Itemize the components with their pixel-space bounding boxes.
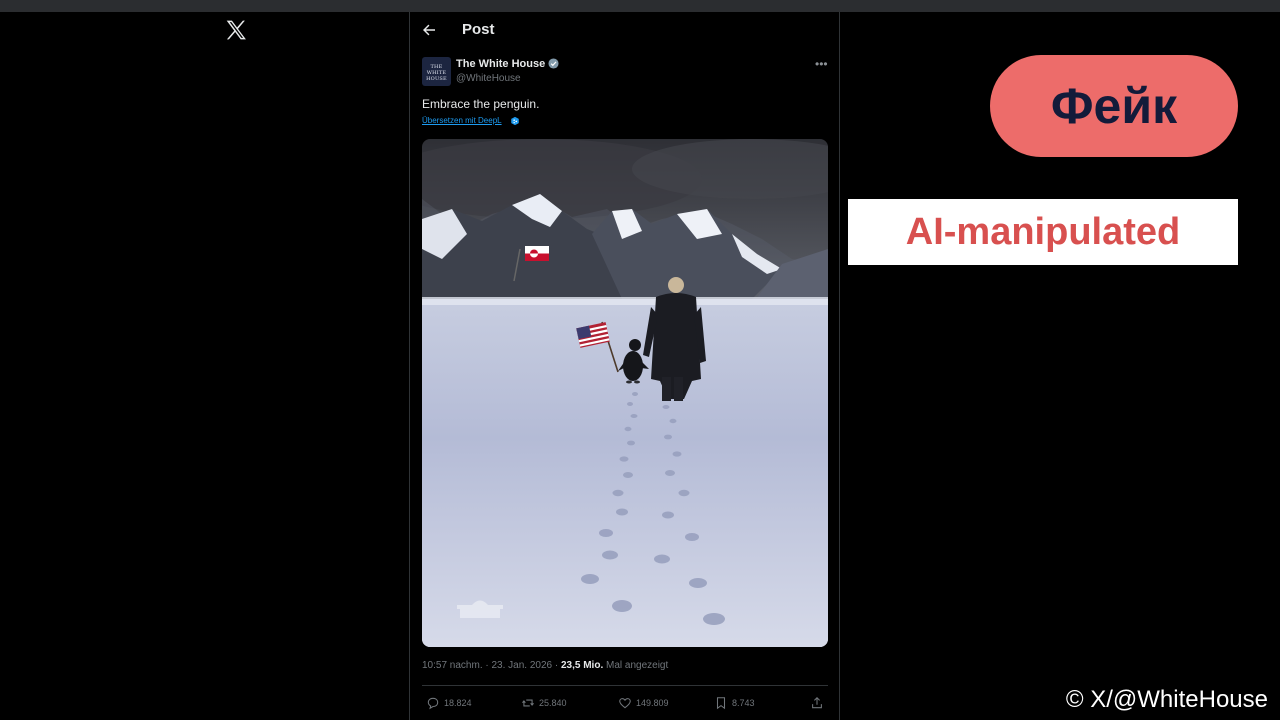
deepl-icon <box>511 116 519 126</box>
more-icon[interactable]: ••• <box>815 58 828 70</box>
post-image[interactable] <box>422 139 828 647</box>
bookmark-count: 8.743 <box>732 698 755 708</box>
bookmark-icon <box>716 697 726 710</box>
ai-manipulated-label: AI-manipulated <box>848 199 1238 265</box>
author-name[interactable]: The White House <box>456 58 545 70</box>
repost-icon <box>522 699 534 707</box>
view-count-label: Mal angezeigt <box>606 660 669 671</box>
post-text: Embrace the penguin. <box>422 97 540 111</box>
author-handle[interactable]: @WhiteHouse <box>456 73 521 84</box>
x-logo-icon[interactable] <box>222 16 250 44</box>
browser-top-bar <box>0 0 1280 12</box>
back-arrow-icon[interactable] <box>420 21 438 39</box>
like-icon <box>619 698 631 709</box>
translate-link[interactable]: Übersetzen mit DeepL <box>422 116 502 125</box>
repost-button[interactable]: 25.840 <box>521 695 567 711</box>
avatar-logo-text: THE WHITE HOUSE <box>426 64 447 82</box>
reply-button[interactable]: 18.824 <box>426 695 472 711</box>
repost-count: 25.840 <box>539 698 567 708</box>
share-icon <box>812 697 822 709</box>
view-count: 23,5 Mio. <box>560 660 604 671</box>
post-column: Post THE WHITE HOUSE The White House @Wh… <box>409 12 840 720</box>
like-count: 149.809 <box>636 698 669 708</box>
page-title: Post <box>462 21 495 38</box>
post-header: Post <box>410 12 840 48</box>
avatar[interactable]: THE WHITE HOUSE <box>422 57 451 86</box>
post-timestamp[interactable]: 10:57 nachm. · 23. Jan. 2026 · <box>422 660 558 671</box>
like-button[interactable]: 149.809 <box>618 695 669 711</box>
bookmark-button[interactable]: 8.743 <box>714 695 755 711</box>
fake-badge: Фейк <box>990 55 1238 157</box>
reply-icon <box>427 697 439 710</box>
share-button[interactable] <box>810 695 824 711</box>
reply-count: 18.824 <box>444 698 472 708</box>
post-meta: 10:57 nachm. · 23. Jan. 2026 · 23,5 Mio.… <box>422 660 668 671</box>
divider <box>422 685 828 686</box>
image-credit: © X/@WhiteHouse <box>1065 686 1268 713</box>
verified-badge-icon <box>548 58 559 69</box>
